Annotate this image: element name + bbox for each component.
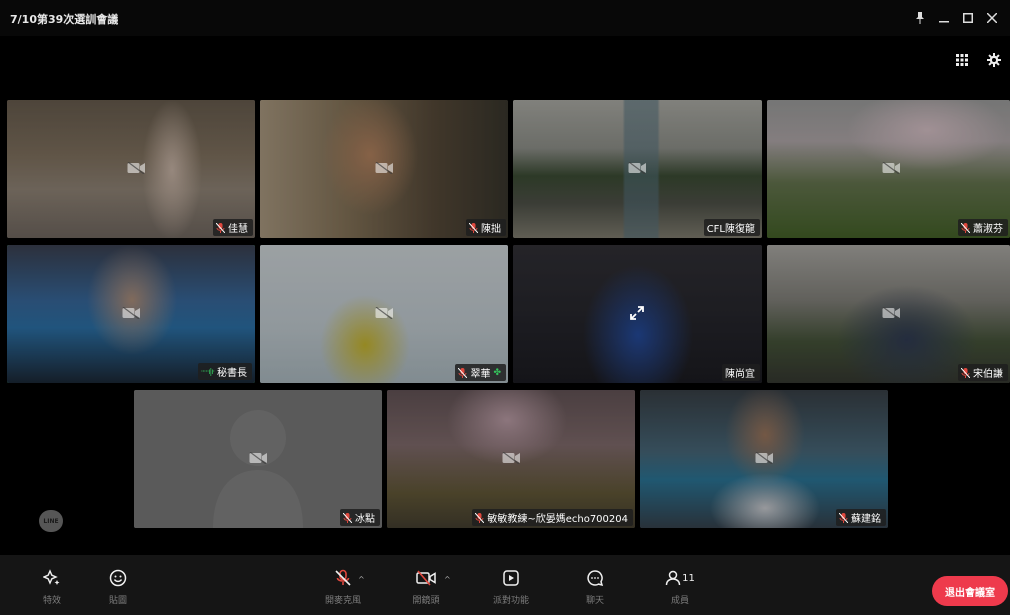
mic-muted-icon	[839, 512, 848, 523]
video-tile[interactable]: 宋伯謙	[767, 245, 1010, 383]
members-button[interactable]: 11 成員	[655, 567, 705, 606]
clover-icon: ✤	[493, 367, 501, 378]
close-icon[interactable]	[980, 8, 1004, 28]
mic-muted-icon	[458, 367, 468, 378]
camera-off-icon	[375, 162, 393, 174]
mic-options-chevron-icon[interactable]: ^	[358, 575, 365, 584]
participant-name: 敏敏教練~欣晏媽echo700204	[487, 514, 628, 525]
video-tile[interactable]: 蘇建銘	[640, 390, 888, 528]
mic-muted-icon	[961, 222, 970, 233]
camera-options-chevron-icon[interactable]: ^	[444, 575, 451, 584]
camera-off-icon	[122, 307, 140, 319]
participant-name-tag: 翠華 ✤	[455, 364, 506, 381]
participant-name-tag: ·····ı|ı· 秘書長	[197, 363, 252, 380]
participant-name: 陳拙	[481, 224, 501, 235]
camera-off-icon	[882, 162, 900, 174]
camera-off-icon	[755, 452, 773, 464]
smiley-icon	[107, 567, 129, 589]
stickers-label: 貼圖	[108, 596, 127, 606]
chat-label: 聊天	[585, 596, 604, 606]
participant-name-tag: 陳尚宜	[722, 364, 760, 381]
participant-name-tag: 佳慧	[213, 219, 253, 236]
participant-name-tag: 敏敏教練~欣晏媽echo700204	[472, 509, 633, 526]
meeting-title: 7/10第39次選訓會議	[10, 13, 119, 26]
video-tile-active-speaker[interactable]: ·····ı|ı· 秘書長	[7, 245, 255, 383]
grid-view-icon[interactable]	[952, 50, 972, 70]
member-count: 11	[682, 572, 695, 584]
camera-label: 開鏡頭	[412, 596, 440, 606]
gear-icon[interactable]	[984, 50, 1004, 70]
mic-muted-icon	[961, 367, 970, 378]
camera-off-icon	[249, 452, 267, 464]
mic-muted-icon	[332, 567, 354, 589]
participant-name-tag: 冰點	[340, 509, 380, 526]
participant-name-tag: 陳拙	[466, 219, 506, 236]
participant-name: CFL陳復龍	[706, 224, 755, 235]
video-tile[interactable]: 冰點	[134, 390, 382, 528]
mic-muted-icon	[216, 222, 225, 233]
maximize-icon[interactable]	[956, 8, 980, 28]
participant-name: 秘書長	[217, 368, 247, 379]
mic-muted-icon	[469, 222, 478, 233]
camera-toggle-button[interactable]: 開鏡頭	[401, 567, 451, 606]
participant-name: 陳尚宜	[725, 369, 755, 380]
video-tile[interactable]: 佳慧	[7, 100, 255, 238]
pin-icon[interactable]	[908, 8, 932, 28]
video-tile[interactable]: 蕭淑芬	[767, 100, 1010, 238]
audio-level-icon: ·····ı|ı·	[200, 367, 215, 376]
participant-name: 蘇建銘	[851, 514, 881, 525]
participant-name: 冰點	[355, 514, 375, 525]
participant-name: 佳慧	[228, 224, 248, 235]
mic-muted-icon	[475, 512, 485, 523]
minimize-icon[interactable]	[932, 8, 956, 28]
participant-name-tag: CFL陳復龍	[703, 219, 760, 236]
chat-button[interactable]: 聊天	[570, 567, 620, 606]
party-icon	[500, 567, 522, 589]
video-tile[interactable]: CFL陳復龍	[513, 100, 762, 238]
stickers-button[interactable]: 貼圖	[93, 567, 143, 606]
title-bar: 7/10第39次選訓會議	[0, 0, 1010, 36]
mic-label: 開麥克風	[324, 596, 361, 606]
video-tile[interactable]: 陳拙	[260, 100, 508, 238]
camera-off-icon	[882, 307, 900, 319]
participant-name: 蕭淑芬	[973, 224, 1003, 235]
leave-meeting-button[interactable]: 退出會議室	[932, 576, 1008, 606]
party-label: 派對功能	[492, 596, 529, 606]
participant-name: 翠華	[470, 369, 491, 380]
video-tile[interactable]: 陳尚宜	[513, 245, 762, 383]
camera-off-icon	[628, 162, 646, 174]
video-tile[interactable]: 敏敏教練~欣晏媽echo700204	[387, 390, 635, 528]
video-tile[interactable]: 翠華 ✤	[260, 245, 508, 383]
party-button[interactable]: 派對功能	[486, 567, 536, 606]
effects-button[interactable]: 特效	[27, 567, 77, 606]
camera-off-icon	[502, 452, 520, 464]
participant-name-tag: 蘇建銘	[836, 509, 886, 526]
avatar-placeholder	[213, 410, 303, 528]
line-logo: LINE	[39, 510, 63, 532]
participant-name: 宋伯謙	[973, 369, 1003, 380]
members-label: 成員	[670, 596, 689, 606]
camera-off-icon	[375, 307, 393, 319]
effects-label: 特效	[42, 596, 61, 606]
sparkle-icon	[41, 567, 63, 589]
camera-off-icon	[127, 162, 145, 174]
chat-icon	[584, 567, 606, 589]
expand-icon[interactable]	[629, 305, 645, 321]
mic-muted-icon	[343, 512, 352, 523]
mic-toggle-button[interactable]: 開麥克風	[318, 567, 368, 606]
participant-name-tag: 宋伯謙	[958, 364, 1008, 381]
members-icon: 11	[660, 567, 700, 589]
camera-off-icon	[415, 567, 437, 589]
participant-name-tag: 蕭淑芬	[958, 219, 1008, 236]
